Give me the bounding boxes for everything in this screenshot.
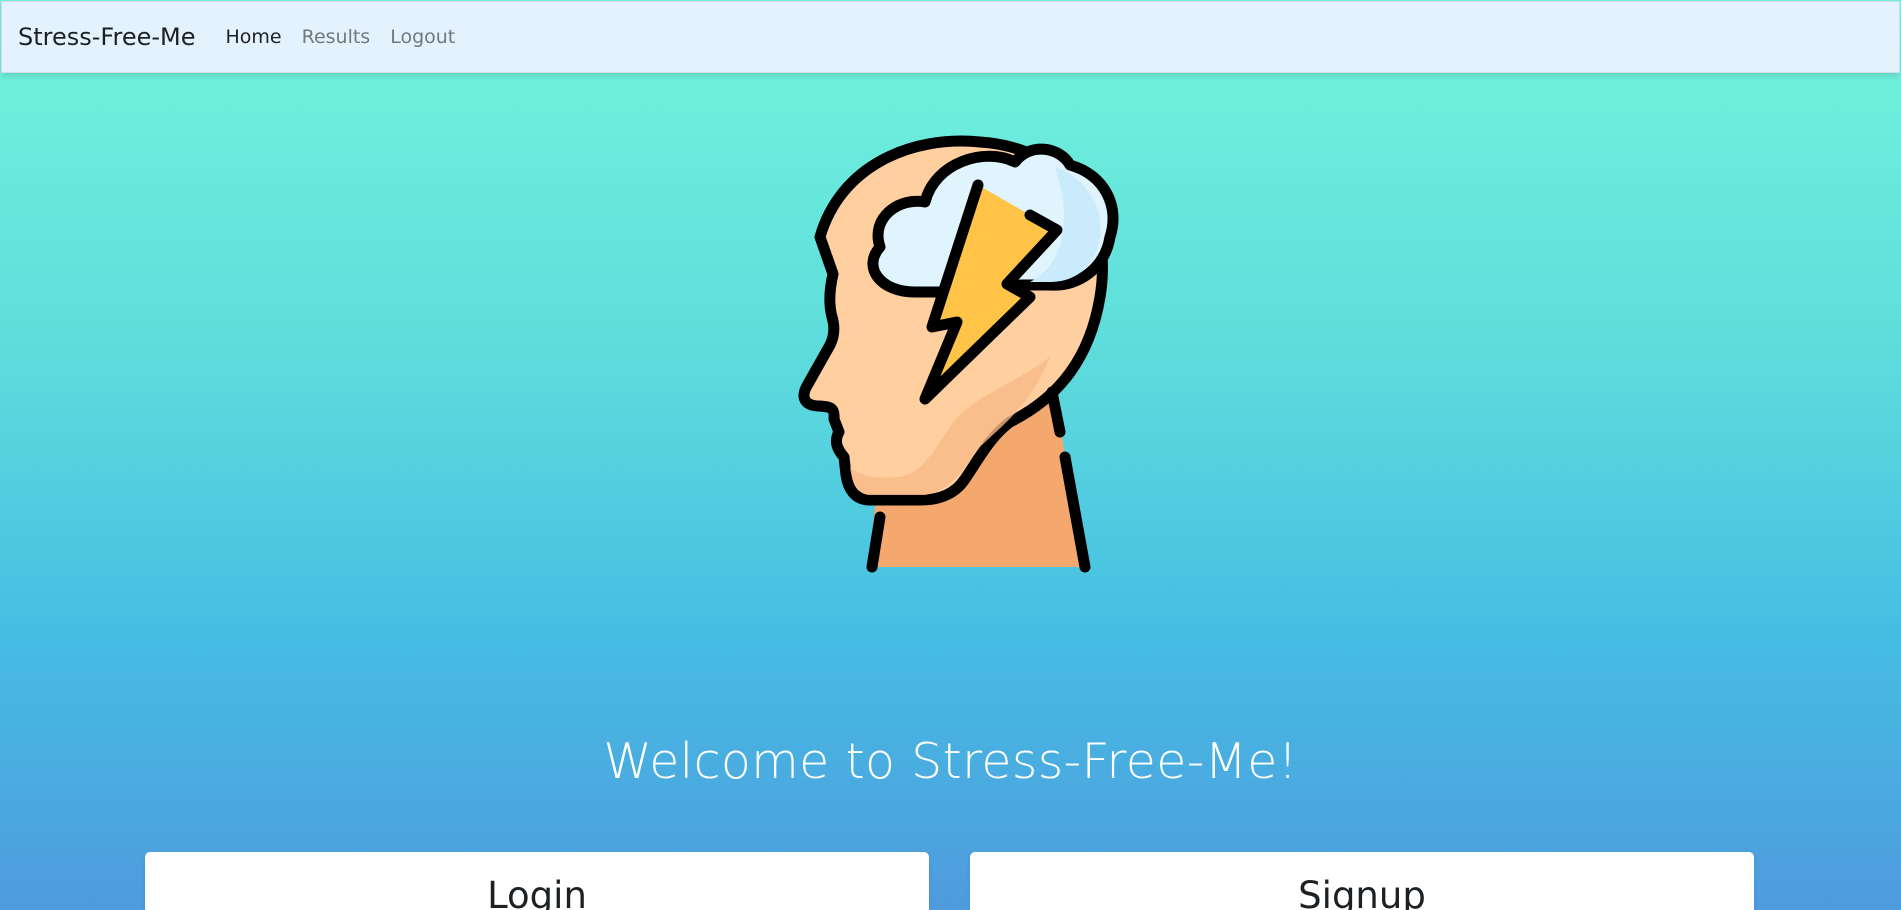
stressed-head-icon [760, 127, 1140, 579]
nav-link-home[interactable]: Home [225, 26, 281, 48]
signup-card[interactable]: Signup [970, 852, 1754, 910]
signup-card-title: Signup [1298, 874, 1426, 910]
nav-link-logout[interactable]: Logout [390, 26, 455, 48]
login-card-title: Login [487, 874, 587, 910]
nav-link-results[interactable]: Results [302, 26, 371, 48]
top-navbar: Stress-Free-Me Home Results Logout [1, 1, 1900, 73]
welcome-heading: Welcome to Stress-Free-Me! [603, 732, 1298, 790]
navbar-brand[interactable]: Stress-Free-Me [18, 23, 195, 51]
login-card[interactable]: Login [145, 852, 929, 910]
